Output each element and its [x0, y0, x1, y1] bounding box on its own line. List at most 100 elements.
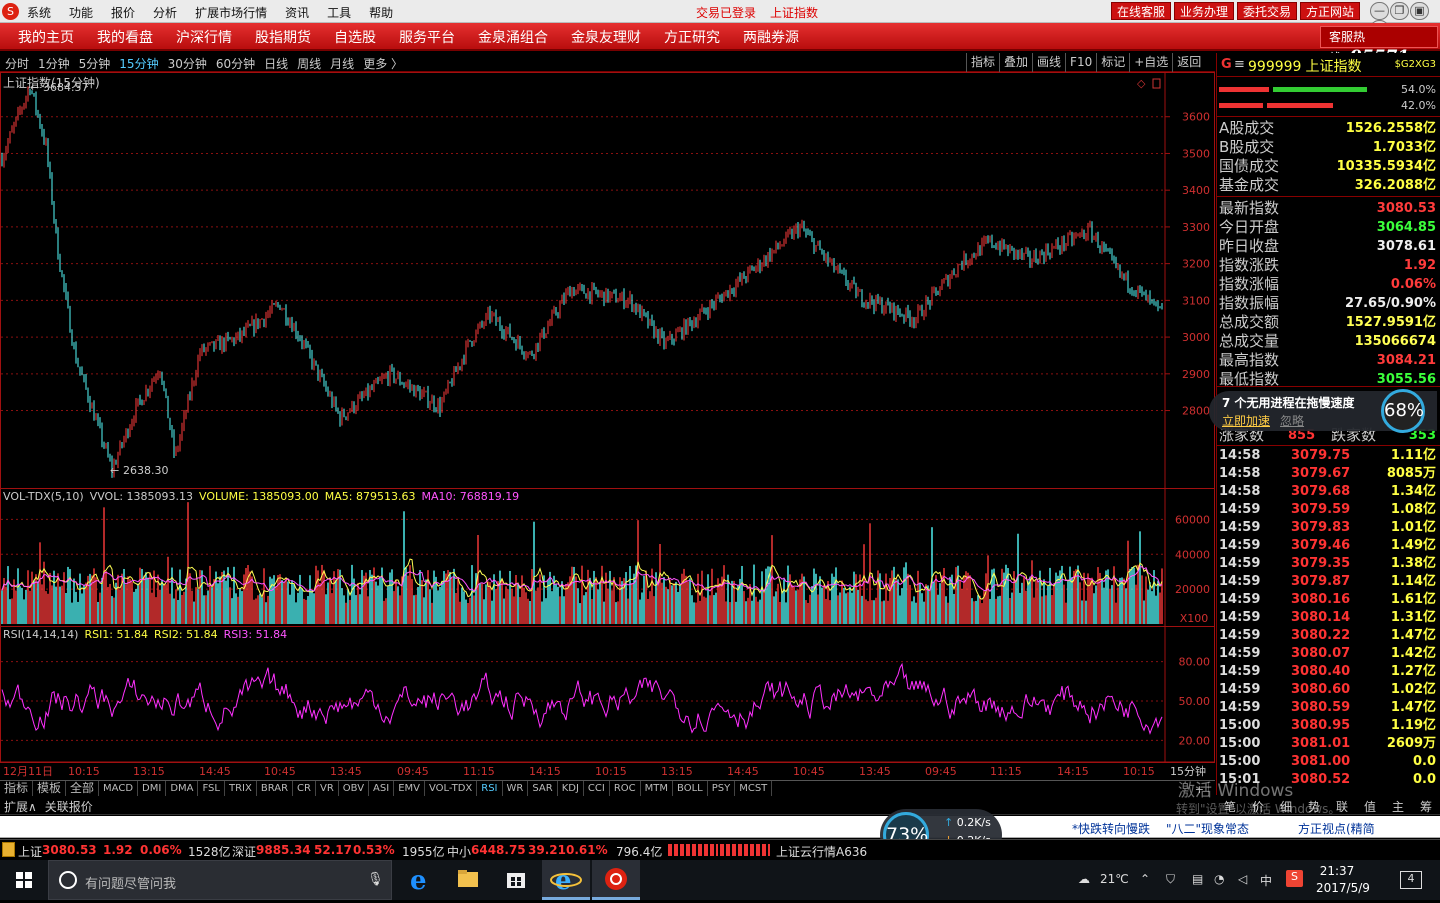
indicator-tab-fsl[interactable]: FSL: [198, 781, 225, 796]
taskbar-clock[interactable]: 21:37 2017/5/9: [1316, 863, 1370, 897]
cortana-search-box[interactable]: 有问题尽管问我 🎙: [48, 860, 392, 900]
indicator-tab-macd[interactable]: MACD: [99, 781, 139, 796]
top-button-3[interactable]: 方正网站: [1300, 2, 1361, 20]
indicator-tab-brar[interactable]: BRAR: [257, 781, 294, 796]
top-button-2[interactable]: 委托交易: [1237, 2, 1298, 20]
indicator-tab-cn-1[interactable]: 模板: [33, 781, 67, 796]
microphone-icon[interactable]: 🎙: [367, 872, 384, 887]
period-tab-7[interactable]: 周线: [297, 57, 321, 71]
ime-indicator[interactable]: 中: [1260, 872, 1272, 889]
nav-item-0[interactable]: 我的主页: [18, 30, 74, 46]
chart-tool-5[interactable]: +自选: [1129, 53, 1172, 72]
period-tab-5[interactable]: 60分钟: [216, 57, 255, 71]
indicator-tab-wr[interactable]: WR: [503, 781, 529, 796]
indicator-tab-mtm[interactable]: MTM: [641, 781, 674, 796]
indicator-tab-boll[interactable]: BOLL: [673, 781, 708, 796]
top-button-0[interactable]: 在线客服: [1111, 2, 1172, 20]
indicator-tab-psy[interactable]: PSY: [708, 781, 736, 796]
nav-item-1[interactable]: 我的看盘: [97, 30, 153, 46]
news-headline-0[interactable]: *快跌转向慢跌: [1072, 820, 1150, 837]
nav-item-8[interactable]: 方正研究: [664, 30, 720, 46]
menu-item-7[interactable]: 帮助: [369, 6, 393, 20]
weather-temp[interactable]: 21℃: [1100, 872, 1129, 886]
menu-icon[interactable]: ≡: [1234, 57, 1245, 72]
network-icon[interactable]: ▤: [1192, 872, 1203, 886]
ignore-link[interactable]: 忽略: [1280, 414, 1304, 428]
bottom-tab-left-1[interactable]: 关联报价: [45, 800, 93, 814]
chart-diamond-icon[interactable]: ◇: [1137, 77, 1146, 90]
tray-chevron-icon[interactable]: ⌃: [1140, 872, 1150, 886]
nav-item-4[interactable]: 自选股: [334, 30, 376, 46]
indicator-tab-vol-tdx[interactable]: VOL-TDX: [425, 781, 478, 796]
indicator-tab-dmi[interactable]: DMI: [138, 781, 167, 796]
indicator-tab-roc[interactable]: ROC: [610, 781, 641, 796]
ie-app-icon[interactable]: e: [542, 860, 590, 900]
cloud-quote-label[interactable]: 上证云行情A636: [776, 843, 867, 860]
period-tab-0[interactable]: 分时: [5, 57, 29, 71]
indicator-tab-trix[interactable]: TRIX: [225, 781, 257, 796]
restore-icon[interactable]: ❐: [1390, 2, 1409, 20]
indicator-tab-mcst[interactable]: MCST: [735, 781, 773, 796]
period-tab-6[interactable]: 日线: [264, 57, 288, 71]
bottom-tab-right-6[interactable]: 主: [1384, 798, 1412, 815]
weather-icon[interactable]: ☁: [1078, 872, 1090, 886]
bottom-tab-right-7[interactable]: 筹: [1412, 798, 1440, 815]
maximize-icon[interactable]: ▣: [1410, 2, 1429, 20]
indicator-tab-kdj[interactable]: KDJ: [558, 781, 584, 796]
chart-tool-4[interactable]: 标记: [1096, 53, 1129, 72]
indicator-tab-dma[interactable]: DMA: [166, 781, 199, 796]
indicator-tab-sar[interactable]: SAR: [528, 781, 558, 796]
indicator-tab-asi[interactable]: ASI: [369, 781, 395, 796]
top-button-1[interactable]: 业务办理: [1174, 2, 1235, 20]
period-tab-9[interactable]: 更多 〉: [363, 57, 403, 71]
menu-item-4[interactable]: 扩展市场行情: [195, 6, 267, 20]
indicator-tab-cci[interactable]: CCI: [584, 781, 610, 796]
volume-icon[interactable]: ◁: [1238, 872, 1247, 886]
nav-item-9[interactable]: 两融券源: [743, 30, 799, 46]
speedup-percent-ring[interactable]: 68%: [1381, 389, 1425, 433]
group-g-icon[interactable]: G: [1221, 57, 1232, 72]
period-tab-3[interactable]: 15分钟: [119, 57, 158, 71]
indicator-tab-cr[interactable]: CR: [293, 781, 316, 796]
indicator-tab-obv[interactable]: OBV: [339, 781, 370, 796]
menu-item-3[interactable]: 分析: [153, 6, 177, 20]
menu-item-5[interactable]: 资讯: [285, 6, 309, 20]
file-explorer-icon[interactable]: [444, 860, 492, 900]
chart-tool-0[interactable]: 指标: [966, 53, 999, 72]
nav-item-7[interactable]: 金泉友理财: [571, 30, 641, 46]
edge-app-icon[interactable]: e: [396, 860, 444, 900]
indicator-tab-vr[interactable]: VR: [316, 781, 339, 796]
period-tab-4[interactable]: 30分钟: [168, 57, 207, 71]
sogou-ime-icon[interactable]: S: [1286, 870, 1303, 887]
windows-start-icon[interactable]: [16, 872, 32, 888]
nav-item-6[interactable]: 金泉涌组合: [478, 30, 548, 46]
store-app-icon[interactable]: [492, 860, 540, 900]
kline-chart-area[interactable]: 360035003400330032003100300029002800上证指数…: [0, 72, 1215, 780]
founder-app-icon[interactable]: [592, 860, 640, 900]
nav-item-5[interactable]: 服务平台: [399, 30, 455, 46]
chart-tool-2[interactable]: 画线: [1032, 53, 1065, 72]
notification-center-icon[interactable]: 4: [1400, 871, 1422, 889]
chart-tool-3[interactable]: F10: [1065, 53, 1096, 72]
menu-item-1[interactable]: 功能: [69, 6, 93, 20]
news-headline-1[interactable]: "八二"现象常态: [1166, 820, 1249, 837]
indicator-tab-rsi[interactable]: RSI: [477, 781, 503, 796]
period-tab-1[interactable]: 1分钟: [38, 57, 70, 71]
nav-item-2[interactable]: 沪深行情: [176, 30, 232, 46]
nav-item-3[interactable]: 股指期货: [255, 30, 311, 46]
period-tab-2[interactable]: 5分钟: [79, 57, 111, 71]
menu-item-6[interactable]: 工具: [327, 6, 351, 20]
ticker-menu-icon[interactable]: [2, 842, 15, 857]
speedup-link[interactable]: 立即加速: [1222, 414, 1270, 428]
menu-item-0[interactable]: 系统: [27, 6, 51, 20]
bottom-tab-right-5[interactable]: 值: [1356, 798, 1384, 815]
period-tab-8[interactable]: 月线: [330, 57, 354, 71]
indicator-tab-cn-0[interactable]: 指标: [0, 781, 34, 796]
minimize-icon[interactable]: —: [1370, 2, 1389, 20]
bottom-tab-left-0[interactable]: 扩展∧: [4, 800, 37, 814]
menu-item-2[interactable]: 报价: [111, 6, 135, 20]
chart-tool-6[interactable]: 返回: [1172, 53, 1205, 72]
security-shield-icon[interactable]: ⛉: [1166, 872, 1175, 887]
chart-tool-1[interactable]: 叠加: [999, 53, 1032, 72]
indicator-tab-emv[interactable]: EMV: [394, 781, 425, 796]
